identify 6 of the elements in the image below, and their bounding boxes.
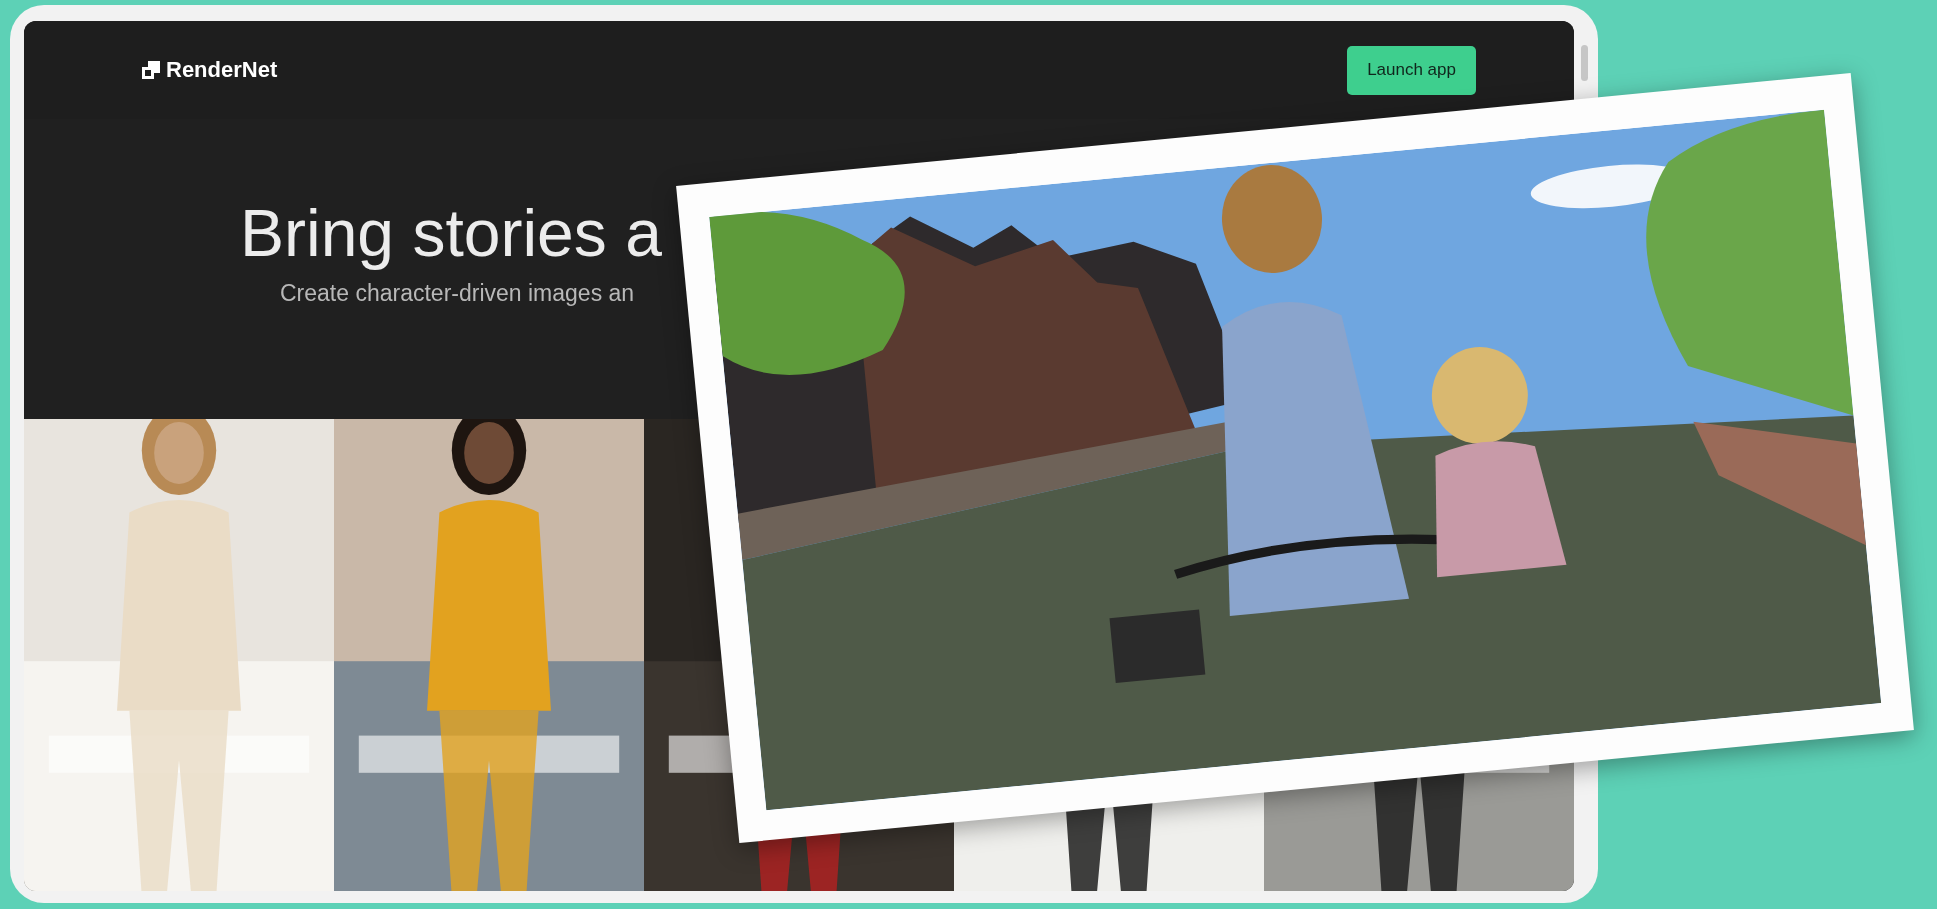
logo-text[interactable]: RenderNet [166,57,278,83]
logo-icon [142,61,160,79]
hero-subtitle: Create character-driven images an [280,279,636,307]
scrollbar[interactable] [1581,45,1588,81]
launch-app-button[interactable]: Launch app [1347,45,1476,95]
hero-title: Bring stories a [240,197,663,270]
